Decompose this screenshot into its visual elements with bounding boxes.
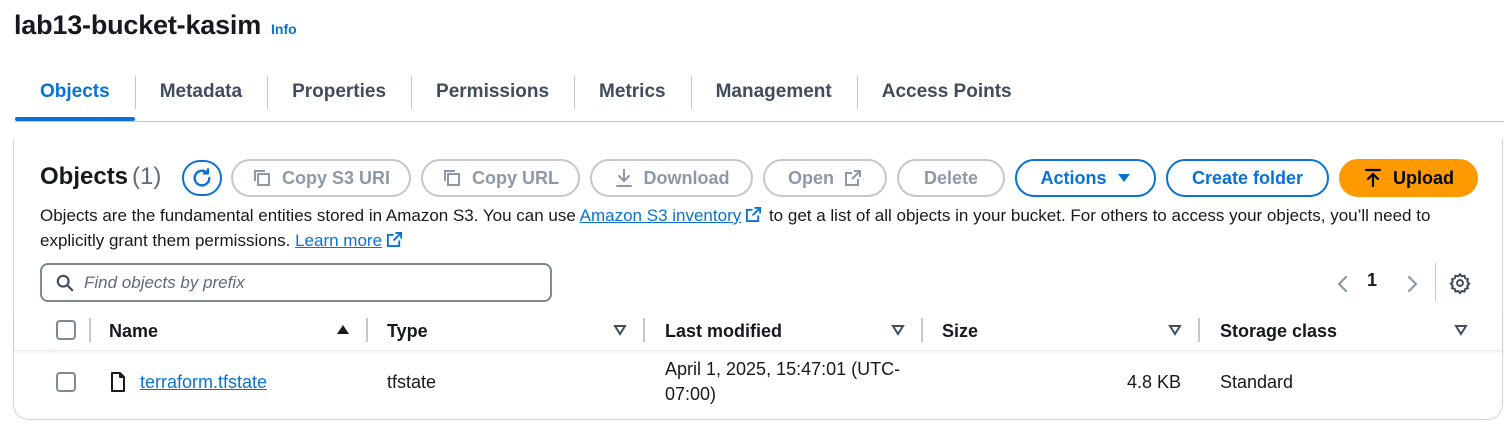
tab-bar: Objects Metadata Properties Permissions … (15, 64, 1504, 122)
copy-icon (253, 170, 270, 186)
object-type: tfstate (387, 372, 437, 392)
column-divider (1198, 318, 1200, 342)
column-divider (921, 318, 923, 342)
download-label: Download (643, 167, 730, 188)
search-icon (56, 274, 74, 291)
bucket-name-title: lab13-bucket-kasim (14, 10, 262, 40)
tab-label: Objects (40, 81, 110, 102)
download-icon (615, 169, 632, 187)
delete-button[interactable]: Delete (897, 159, 1005, 197)
copy-url-button[interactable]: Copy URL (421, 159, 580, 197)
next-page-icon[interactable] (1405, 274, 1419, 294)
tab-objects[interactable]: Objects (15, 64, 135, 121)
upload-icon (1364, 168, 1382, 188)
page-header: lab13-bucket-kasim Info (14, 10, 297, 41)
open-label: Open (787, 167, 834, 188)
caret-down-icon (1117, 174, 1130, 182)
object-last-modified-line2: 07:00) (665, 384, 717, 404)
tab-label: Metadata (159, 81, 243, 102)
create-folder-button[interactable]: Create folder (1166, 159, 1329, 197)
objects-count: (1) (132, 163, 162, 190)
tab-label: Metrics (599, 81, 666, 102)
select-all-checkbox[interactable] (56, 320, 76, 340)
copy-s3-uri-button[interactable]: Copy S3 URI (231, 159, 411, 197)
upload-label: Upload (1393, 167, 1454, 188)
external-link-icon (845, 170, 861, 186)
sort-caret-icon[interactable] (891, 324, 905, 336)
refresh-button[interactable] (182, 160, 222, 196)
tab-label: Properties (292, 81, 387, 102)
refresh-icon (193, 168, 211, 187)
previous-page-icon[interactable] (1336, 274, 1350, 294)
sort-ascending-icon[interactable] (336, 324, 350, 336)
column-header-storage-class[interactable]: Storage class (1220, 321, 1337, 342)
column-divider (366, 318, 368, 342)
objects-panel: Objects (1) Copy S3 URI Copy URL Download… (13, 139, 1503, 420)
sort-caret-icon[interactable] (1454, 324, 1468, 336)
external-link-icon (386, 231, 403, 248)
column-header-size[interactable]: Size (942, 321, 978, 342)
pager-divider (1435, 263, 1436, 301)
tab-metrics[interactable]: Metrics (574, 64, 691, 120)
row-select-checkbox[interactable] (56, 372, 76, 392)
create-folder-label: Create folder (1191, 167, 1304, 188)
external-link-icon (746, 206, 762, 223)
info-link[interactable]: Info (271, 21, 297, 37)
tab-label: Management (715, 81, 832, 102)
copy-s3-uri-label: Copy S3 URI (281, 167, 391, 188)
table-row: terraform.tfstate tfstate April 1, 2025,… (14, 355, 1502, 409)
settings-gear-icon[interactable] (1449, 272, 1471, 294)
object-storage-class: Standard (1220, 372, 1294, 392)
object-last-modified-line1: April 1, 2025, 15:47:01 (UTC- (665, 359, 901, 379)
object-name-link[interactable]: terraform.tfstate (140, 372, 267, 393)
search-input[interactable] (84, 272, 524, 293)
actions-label: Actions (1040, 167, 1107, 188)
column-divider (643, 318, 645, 342)
learn-more-link[interactable]: Learn more (295, 231, 382, 250)
sort-caret-icon[interactable] (1168, 324, 1182, 336)
objects-heading-label: Objects (40, 163, 129, 190)
copy-icon (444, 170, 460, 186)
tab-permissions[interactable]: Permissions (411, 64, 574, 120)
table-header: Name Type Last modified Size Storage cla… (14, 311, 1502, 351)
tab-access-points[interactable]: Access Points (856, 64, 1037, 120)
tab-metadata[interactable]: Metadata (134, 64, 267, 120)
description-text-1: Objects are the fundamental entities sto… (40, 206, 580, 225)
tab-label: Access Points (881, 81, 1012, 102)
download-button[interactable]: Download (590, 159, 753, 197)
column-header-type[interactable]: Type (387, 321, 428, 342)
upload-button[interactable]: Upload (1339, 159, 1478, 197)
current-page-number[interactable]: 1 (1367, 270, 1377, 291)
tab-label: Permissions (436, 81, 550, 102)
objects-description: Objects are the fundamental entities sto… (40, 203, 1460, 253)
object-size: 4.8 KB (1126, 372, 1181, 392)
column-divider (89, 318, 91, 342)
column-header-name[interactable]: Name (109, 321, 158, 342)
copy-url-label: Copy URL (472, 167, 559, 188)
actions-dropdown-button[interactable]: Actions (1015, 159, 1156, 197)
file-icon (111, 372, 125, 392)
tab-management[interactable]: Management (690, 64, 857, 120)
objects-heading: Objects (1) (40, 163, 161, 191)
open-button[interactable]: Open (763, 159, 887, 197)
delete-label: Delete (923, 167, 979, 188)
column-header-last-modified[interactable]: Last modified (665, 321, 782, 342)
tab-properties[interactable]: Properties (267, 64, 411, 120)
sort-caret-icon[interactable] (613, 324, 627, 336)
amazon-s3-inventory-link[interactable]: Amazon S3 inventory (580, 206, 742, 225)
search-field[interactable] (40, 263, 552, 302)
